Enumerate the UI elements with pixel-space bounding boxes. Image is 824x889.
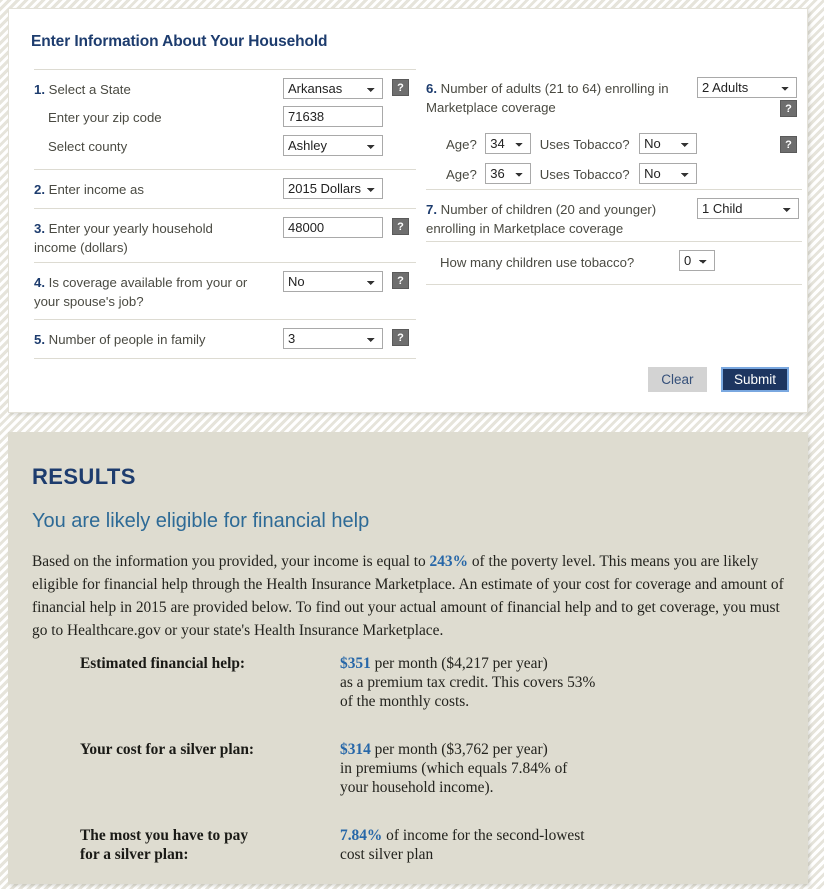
children-tobacco-label: How many children use tobacco? (440, 255, 635, 270)
adults-help-icon[interactable]: ? (780, 100, 797, 117)
adult-2-age-label: Age? (446, 167, 477, 182)
results-breakdown-table: Estimated financial help: $351 per month… (80, 654, 780, 884)
result-amount: $314 (340, 741, 371, 758)
adult-1-row: Age? 34 Uses Tobacco? No (446, 133, 698, 154)
county-label: Select county (48, 139, 128, 154)
result-label: The most you have to pay for a silver pl… (80, 827, 249, 863)
adult-1-tobacco-select[interactable]: No (639, 133, 698, 154)
question-3-row: 3. Enter your yearly household income (d… (34, 208, 416, 262)
adult-2-row: Age? 36 Uses Tobacco? No (446, 163, 698, 184)
children-count-select[interactable]: 1 Child (697, 198, 799, 219)
result-amount: $351 (340, 655, 371, 672)
question-2-row: 2. Enter income as 2015 Dollars (34, 169, 416, 208)
job-coverage-help-icon[interactable]: ? (392, 272, 409, 289)
result-detail-line3: of the monthly costs. (340, 693, 470, 710)
submit-button[interactable]: Submit (720, 367, 789, 392)
question-4-text: 4. Is coverage available from your or yo… (34, 275, 248, 309)
adult-details-help-icon[interactable]: ? (780, 136, 797, 153)
state-select[interactable]: Arkansas (283, 78, 383, 99)
zip-code-label: Enter your zip code (48, 110, 162, 125)
zip-code-input[interactable] (283, 106, 383, 127)
adult-2-age-select[interactable]: 36 (485, 163, 532, 184)
children-tobacco-select[interactable]: 0 (679, 250, 715, 271)
result-label: Estimated financial help: (80, 655, 246, 672)
page-title: Enter Information About Your Household (31, 33, 328, 50)
result-value: $351 per month ($4,217 per year) as a pr… (340, 654, 760, 711)
form-left-column: 1. Select a State Arkansas ? Enter your … (34, 69, 416, 359)
family-size-select[interactable]: 3 (283, 328, 383, 349)
form-actions: Clear Submit (648, 367, 789, 392)
results-eligibility-subheading: You are likely eligible for financial he… (32, 510, 370, 532)
question-1-row: 1. Select a State Arkansas ? Enter your … (34, 69, 416, 169)
result-detail-line2: as a premium tax credit. This covers 53% (340, 674, 596, 691)
question-3-text: 3. Enter your yearly household income (d… (34, 221, 213, 255)
question-6-text: 6. Number of adults (21 to 64) enrolling… (426, 81, 669, 115)
income-year-select[interactable]: 2015 Dollars (283, 178, 383, 199)
result-row-financial-help: Estimated financial help: $351 per month… (80, 654, 780, 716)
adult-2-tobacco-label: Uses Tobacco? (539, 167, 630, 182)
state-help-icon[interactable]: ? (392, 79, 409, 96)
result-row-silver-cost: Your cost for a silver plan: $314 per mo… (80, 740, 780, 802)
form-right-column: 6. Number of adults (21 to 64) enrolling… (426, 69, 802, 285)
adult-2-tobacco-select[interactable]: No (639, 163, 698, 184)
result-amount: 7.84% (340, 827, 383, 844)
result-label: Your cost for a silver plan: (80, 741, 254, 758)
result-detail-line1: per month ($4,217 per year) (370, 655, 548, 672)
clear-button[interactable]: Clear (648, 367, 707, 392)
question-1-text: 1. Select a State (34, 82, 131, 97)
poverty-level-percent: 243% (429, 553, 468, 570)
adult-1-tobacco-label: Uses Tobacco? (539, 137, 630, 152)
result-detail-line2: cost silver plan (340, 846, 434, 863)
income-help-icon[interactable]: ? (392, 218, 409, 235)
summary-text-part1: Based on the information you provided, y… (32, 553, 430, 570)
question-5-row: 5. Number of people in family 3 ? (34, 319, 416, 359)
result-row-max-payment: The most you have to pay for a silver pl… (80, 826, 780, 880)
household-income-input[interactable] (283, 217, 383, 238)
adult-1-age-label: Age? (446, 137, 477, 152)
question-5-text: 5. Number of people in family (34, 332, 206, 347)
results-summary-paragraph: Based on the information you provided, y… (32, 550, 788, 642)
question-2-text: 2. Enter income as (34, 182, 144, 197)
result-detail-line2: in premiums (which equals 7.84% of (340, 760, 568, 777)
question-7-row: 7. Number of children (20 and younger) e… (426, 189, 802, 241)
household-form-card: Enter Information About Your Household 1… (8, 8, 808, 413)
result-value: $314 per month ($3,762 per year) in prem… (340, 740, 760, 797)
county-select[interactable]: Ashley (283, 135, 383, 156)
question-4-row: 4. Is coverage available from your or yo… (34, 262, 416, 319)
adults-count-select[interactable]: 2 Adults (697, 77, 797, 98)
question-7-text: 7. Number of children (20 and younger) e… (426, 202, 657, 236)
question-6-row: 6. Number of adults (21 to 64) enrolling… (426, 69, 802, 189)
result-value: 7.84% of income for the second-lowest co… (340, 826, 760, 864)
result-detail-line1: of income for the second-lowest (382, 827, 585, 844)
children-tobacco-row: How many children use tobacco? 0 (426, 241, 802, 285)
results-heading: RESULTS (32, 464, 136, 489)
result-detail-line3: your household income). (340, 779, 494, 796)
job-coverage-select[interactable]: No (283, 271, 383, 292)
result-detail-line1: per month ($3,762 per year) (370, 741, 548, 758)
adult-1-age-select[interactable]: 34 (485, 133, 532, 154)
results-panel: RESULTS You are likely eligible for fina… (8, 432, 808, 884)
family-size-help-icon[interactable]: ? (392, 329, 409, 346)
